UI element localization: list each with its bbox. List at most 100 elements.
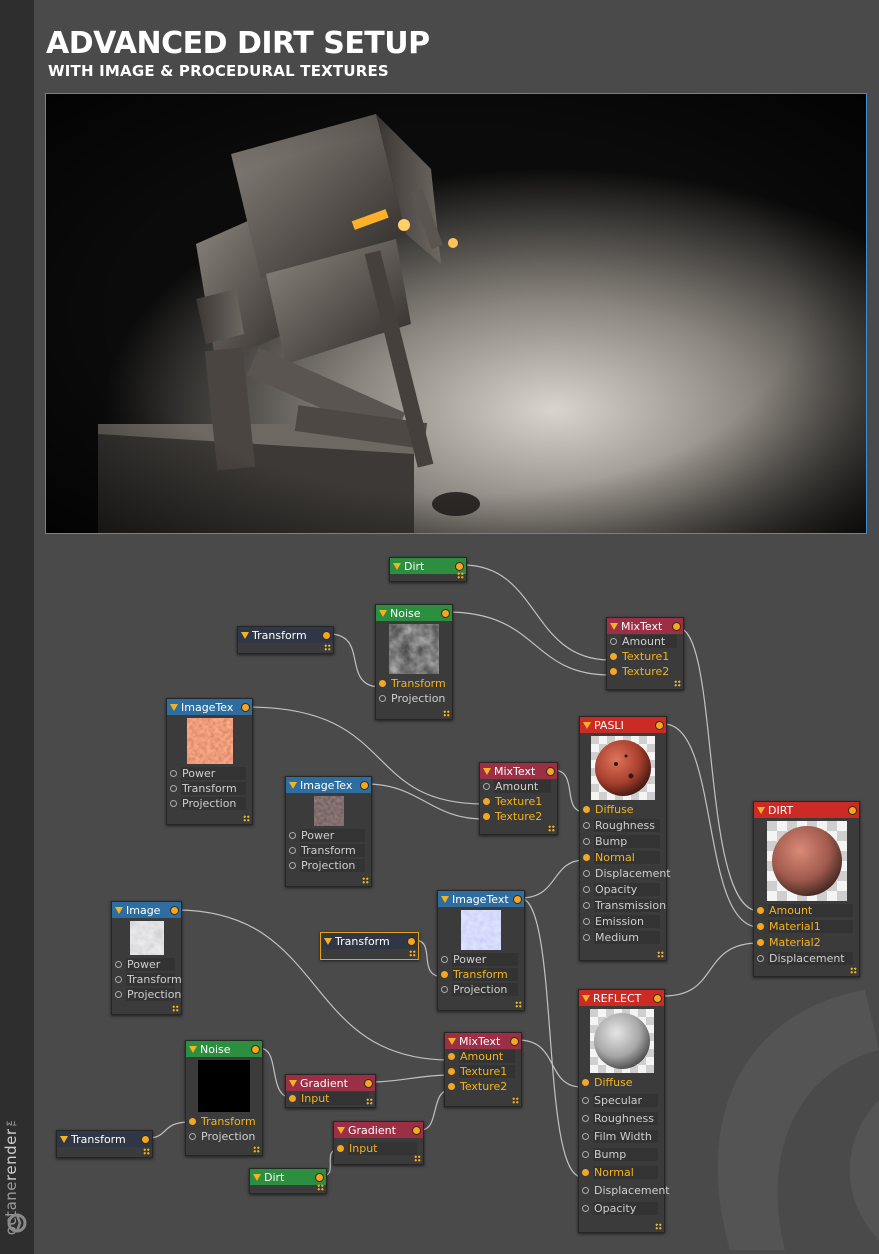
pin-projection[interactable]: Projection bbox=[438, 982, 524, 997]
node-noise-bottom[interactable]: Noise Transform Projection bbox=[185, 1040, 263, 1156]
resize-grip-icon[interactable] bbox=[324, 644, 331, 651]
resize-grip-icon[interactable] bbox=[253, 1146, 260, 1153]
pin-power[interactable]: Power bbox=[438, 952, 524, 967]
output-pin[interactable] bbox=[171, 906, 178, 914]
resize-grip-icon[interactable] bbox=[172, 1005, 179, 1012]
collapse-triangle-icon[interactable] bbox=[337, 1126, 345, 1134]
output-pin[interactable] bbox=[365, 1079, 372, 1087]
pin-amount[interactable]: Amount bbox=[480, 779, 557, 794]
pin-texture1[interactable]: Texture1 bbox=[445, 1064, 521, 1079]
output-pin[interactable] bbox=[673, 622, 680, 630]
node-material-reflect[interactable]: REFLECT Diffuse Specular Roughness Film … bbox=[578, 989, 670, 1233]
node-transform-bottom[interactable]: Transform bbox=[56, 1130, 153, 1158]
output-pin[interactable] bbox=[514, 895, 521, 903]
output-pin[interactable] bbox=[242, 703, 249, 711]
pin-emission[interactable]: Emission bbox=[580, 914, 666, 929]
collapse-triangle-icon[interactable] bbox=[289, 781, 297, 789]
collapse-triangle-icon[interactable] bbox=[60, 1135, 68, 1143]
node-imagetext[interactable]: ImageText Power Transform Projection bbox=[437, 890, 525, 1011]
pin-power[interactable]: Power bbox=[286, 828, 371, 843]
pin-power[interactable]: Power bbox=[167, 766, 252, 781]
pin-amount[interactable]: Amount bbox=[754, 903, 859, 918]
output-pin[interactable] bbox=[547, 767, 554, 775]
pin-transform[interactable]: Transform bbox=[376, 676, 452, 691]
collapse-triangle-icon[interactable] bbox=[241, 631, 249, 639]
node-transform-top[interactable]: Transform bbox=[237, 626, 334, 654]
pin-displacement[interactable]: Displacement bbox=[579, 1183, 670, 1198]
collapse-triangle-icon[interactable] bbox=[441, 895, 449, 903]
output-pin[interactable] bbox=[323, 631, 330, 639]
node-material-pasli[interactable]: PASLI Diffuse Roughness Bump Normal Disp… bbox=[579, 716, 671, 961]
node-dirt-bottom[interactable]: Dirt bbox=[249, 1168, 327, 1194]
collapse-triangle-icon[interactable] bbox=[583, 721, 591, 729]
pin-displacement[interactable]: Displacement bbox=[754, 951, 859, 966]
resize-grip-icon[interactable] bbox=[674, 680, 681, 687]
output-pin[interactable] bbox=[316, 1173, 323, 1181]
pin-transform[interactable]: Transform bbox=[167, 781, 252, 796]
pin-diffuse[interactable]: Diffuse bbox=[580, 802, 666, 817]
resize-grip-icon[interactable] bbox=[414, 1155, 421, 1162]
collapse-triangle-icon[interactable] bbox=[483, 767, 491, 775]
pin-transform[interactable]: Transform bbox=[438, 967, 524, 982]
output-pin[interactable] bbox=[142, 1135, 149, 1143]
pin-roughness[interactable]: Roughness bbox=[580, 818, 666, 833]
node-mixtext-mid[interactable]: MixText Amount Texture1 Texture2 bbox=[479, 762, 558, 835]
node-transform-selected[interactable]: Transform bbox=[320, 932, 419, 960]
node-material-dirt[interactable]: DIRT Amount Material1 Material2 Displace… bbox=[753, 801, 860, 977]
pin-texture1[interactable]: Texture1 bbox=[607, 649, 683, 664]
collapse-triangle-icon[interactable] bbox=[393, 562, 401, 570]
pin-projection[interactable]: Projection bbox=[112, 987, 181, 1002]
collapse-triangle-icon[interactable] bbox=[115, 906, 123, 914]
pin-texture1[interactable]: Texture1 bbox=[480, 794, 557, 809]
node-imagetex-b[interactable]: ImageTex Power Transform Projection bbox=[285, 776, 372, 887]
collapse-triangle-icon[interactable] bbox=[189, 1045, 197, 1053]
pin-roughness[interactable]: Roughness bbox=[579, 1111, 664, 1126]
node-imagetex-a[interactable]: ImageTex Power Transform Projection bbox=[166, 698, 253, 825]
output-pin[interactable] bbox=[442, 609, 449, 617]
collapse-triangle-icon[interactable] bbox=[170, 703, 178, 711]
output-pin[interactable] bbox=[413, 1126, 420, 1134]
resize-grip-icon[interactable] bbox=[548, 825, 555, 832]
pin-material2[interactable]: Material2 bbox=[754, 935, 859, 950]
pin-transform[interactable]: Transform bbox=[286, 843, 371, 858]
pin-projection[interactable]: Projection bbox=[186, 1129, 262, 1144]
pin-material1[interactable]: Material1 bbox=[754, 919, 859, 934]
pin-amount[interactable]: Amount bbox=[607, 634, 683, 649]
node-mixtext-top[interactable]: MixText Amount Texture1 Texture2 bbox=[606, 617, 684, 690]
pin-texture2[interactable]: Texture2 bbox=[480, 809, 557, 824]
collapse-triangle-icon[interactable] bbox=[253, 1173, 261, 1181]
pin-normal[interactable]: Normal bbox=[580, 850, 666, 865]
node-image[interactable]: Image Power Transform Projection bbox=[111, 901, 182, 1015]
collapse-triangle-icon[interactable] bbox=[757, 806, 765, 814]
pin-opacity[interactable]: Opacity bbox=[580, 882, 666, 897]
output-pin[interactable] bbox=[656, 721, 663, 729]
pin-texture2[interactable]: Texture2 bbox=[607, 664, 683, 679]
resize-grip-icon[interactable] bbox=[366, 1098, 373, 1105]
collapse-triangle-icon[interactable] bbox=[582, 994, 590, 1002]
pin-displacement[interactable]: Displacement bbox=[580, 866, 671, 881]
collapse-triangle-icon[interactable] bbox=[324, 937, 332, 945]
pin-specular[interactable]: Specular bbox=[579, 1093, 664, 1108]
pin-amount[interactable]: Amount bbox=[445, 1049, 521, 1064]
pin-input[interactable]: Input bbox=[334, 1141, 423, 1156]
resize-grip-icon[interactable] bbox=[362, 877, 369, 884]
pin-transform[interactable]: Transform bbox=[186, 1114, 262, 1129]
node-gradient-b[interactable]: Gradient Input bbox=[333, 1121, 424, 1165]
pin-transform[interactable]: Transform bbox=[112, 972, 182, 987]
pin-projection[interactable]: Projection bbox=[286, 858, 371, 873]
resize-grip-icon[interactable] bbox=[655, 1223, 662, 1230]
resize-grip-icon[interactable] bbox=[512, 1097, 519, 1104]
node-mixtext-bottom[interactable]: MixText Amount Texture1 Texture2 bbox=[444, 1032, 522, 1107]
pin-film-width[interactable]: Film Width bbox=[579, 1129, 664, 1144]
resize-grip-icon[interactable] bbox=[143, 1148, 150, 1155]
pin-diffuse[interactable]: Diffuse bbox=[579, 1075, 664, 1090]
pin-projection[interactable]: Projection bbox=[376, 691, 452, 706]
collapse-triangle-icon[interactable] bbox=[379, 609, 387, 617]
resize-grip-icon[interactable] bbox=[243, 815, 250, 822]
output-pin[interactable] bbox=[252, 1045, 259, 1053]
output-pin[interactable] bbox=[361, 781, 368, 789]
resize-grip-icon[interactable] bbox=[409, 950, 416, 957]
node-dirt-top[interactable]: Dirt bbox=[389, 557, 467, 582]
pin-power[interactable]: Power bbox=[112, 957, 181, 972]
output-pin[interactable] bbox=[654, 994, 661, 1002]
